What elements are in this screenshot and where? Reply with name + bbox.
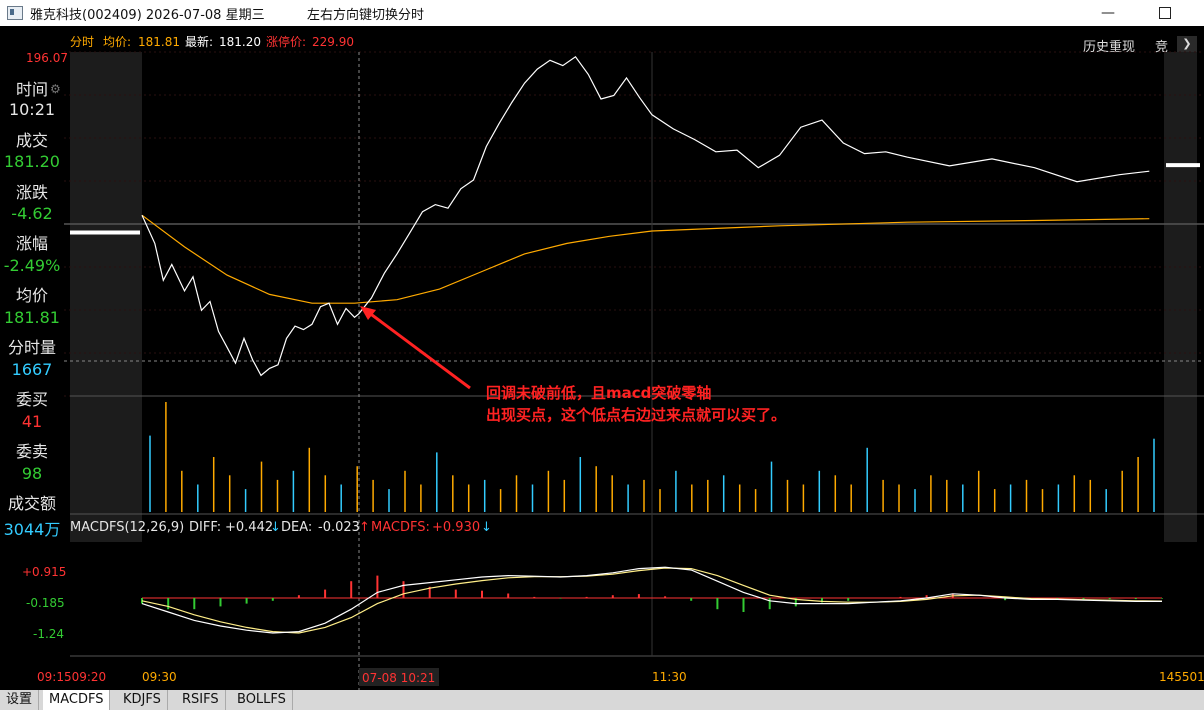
time-axis-cursor: 07-08 10:21 [362,671,435,685]
app-icon [7,6,23,20]
price-layer [70,55,1200,377]
diff-arrow: ↓ [270,520,281,535]
tab-kdjfs[interactable]: KDJFS [117,690,168,710]
tab-settings[interactable]: 设置 [0,690,40,710]
time-axis-end: 1455011 [1159,670,1204,684]
avg-header-label: 均价: [103,35,131,49]
maximize-icon [1159,7,1171,19]
diff-value: +0.442 [225,520,273,535]
price-axis-top: 196.07 [26,51,68,65]
post-market-zone [1164,52,1197,542]
mode-label: 分时 [70,35,94,49]
limit-header-label: 涨停价: [266,34,306,49]
dea-value: -0.023 [318,520,360,535]
limit-header-value: 229.90 [312,35,354,49]
tab-bollfs[interactable]: BOLLFS [231,690,293,710]
annotation-line-2: 出现买点，这个低点右边过来点就可以买了。 [486,406,786,424]
macd-axis-top: +0.915 [22,565,66,579]
time-axis-open: 09:30 [142,670,177,684]
macd-axis-mid: -0.185 [26,596,65,610]
avg-header-value: 181.81 [138,35,180,49]
annotation-line-1: 回调未破前低，且macd突破零轴 [486,384,711,402]
avg-price-line [141,214,1150,304]
diff-label: DIFF: [189,520,221,535]
dea-label: DEA: [281,520,312,535]
macd-name: MACDFS(12,26,9) [70,520,184,535]
macd-label: MACDFS: [371,520,430,535]
window-titlebar: 雅克科技(002409) 2026-07-08 星期三 左右方向键切换分时 — [0,0,1204,26]
time-axis-pre: 09:1509:20 [37,670,106,684]
macd-arrow: ↓ [481,520,492,535]
indicator-tabs: 设置 MACDFS KDJFS RSIFS BOLLFS [0,690,1204,710]
time-axis-noon: 11:30 [652,670,687,684]
minimize-button[interactable]: — [1096,3,1120,23]
intraday-chart[interactable]: 分时 均价: 181.81 最新: 181.20 涨停价: 229.90 196… [0,26,1204,690]
tab-macdfs[interactable]: MACDFS [43,690,111,710]
pre-market-zone [70,52,142,542]
latest-header-label: 最新: [185,34,213,49]
price-grid [64,51,1204,657]
tab-rsifs[interactable]: RSIFS [176,690,226,710]
price-line [141,55,1150,377]
macd-value: +0.930 [432,520,480,535]
keyboard-hint: 左右方向键切换分时 [307,8,425,23]
dea-arrow: ↑ [359,520,370,535]
maximize-button[interactable] [1153,3,1177,23]
window-title: 雅克科技(002409) 2026-07-08 星期三 [30,8,265,23]
latest-header-value: 181.20 [219,35,261,49]
macd-axis-bottom: -1.24 [33,627,64,641]
annotation-arrow-shaft [367,310,471,390]
